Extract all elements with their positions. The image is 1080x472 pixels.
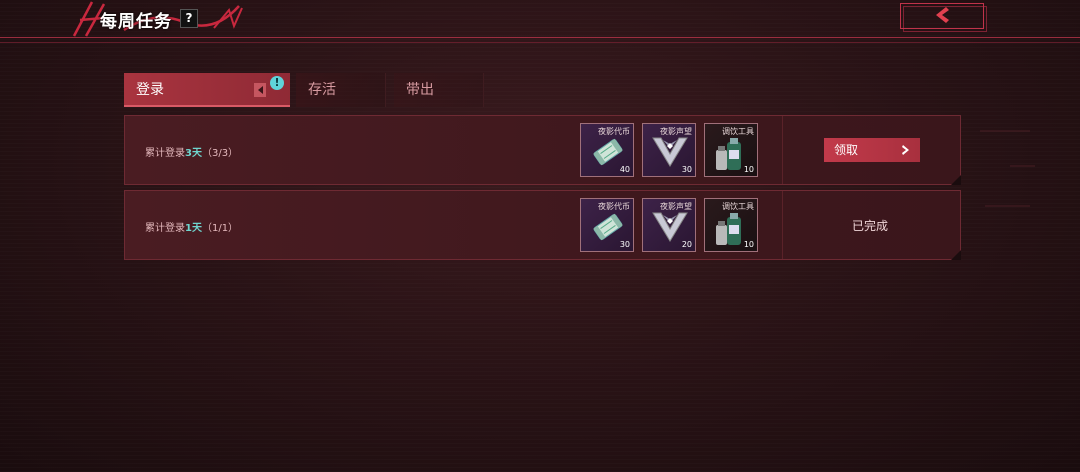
bg-decoration: [1010, 165, 1035, 167]
alert-badge: !: [270, 76, 284, 90]
page-title: 每周任务: [100, 12, 172, 32]
task-title-highlight: 1天: [185, 223, 202, 234]
task-row: 累计登录1天（1/1） 夜影代币 30 夜影声望 20 调饮工具 10 已完成: [124, 190, 961, 260]
reward-count: 10: [743, 240, 754, 249]
reward-count: 40: [619, 165, 630, 174]
claim-button-label: 领取: [834, 143, 859, 157]
drink-tool-icon: [716, 138, 741, 170]
tab-extract[interactable]: 带出: [394, 73, 484, 107]
reward-count: 20: [681, 240, 692, 249]
chevron-left-icon[interactable]: [932, 5, 952, 25]
header-divider: [0, 37, 1080, 38]
tab-arrow-icon: [258, 86, 263, 94]
reward-item[interactable]: 调饮工具 10: [704, 123, 758, 177]
task-divider: [782, 116, 783, 184]
claim-button[interactable]: 领取: [824, 138, 920, 162]
tab-label: 存活: [308, 82, 336, 98]
help-icon[interactable]: ?: [180, 9, 198, 28]
reward-item[interactable]: 夜影代币 40: [580, 123, 634, 177]
header-divider: [0, 42, 1080, 43]
tab-label: 登录: [136, 82, 164, 98]
bg-decoration: [985, 205, 1030, 207]
token-icon: [593, 213, 623, 241]
tab-survive[interactable]: 存活: [296, 73, 386, 107]
task-divider: [782, 191, 783, 259]
top-bar: 每周任务 ?: [0, 0, 1080, 44]
task-title: 累计登录1天（1/1）: [145, 219, 238, 234]
bg-decoration: [980, 130, 1030, 132]
task-progress: （1/1）: [201, 223, 239, 234]
tab-login[interactable]: 登录 !: [124, 73, 290, 107]
reward-count: 30: [681, 165, 692, 174]
reward-count: 10: [743, 165, 754, 174]
corner-notch: [951, 175, 961, 185]
task-title-prefix: 累计登录: [145, 148, 185, 159]
completed-status: 已完成: [852, 219, 889, 233]
tab-label: 带出: [406, 82, 434, 98]
reward-item[interactable]: 夜影声望 30: [642, 123, 696, 177]
corner-notch: [951, 250, 961, 260]
drink-tool-icon: [716, 213, 741, 245]
task-title: 累计登录3天（3/3）: [145, 144, 238, 159]
reward-count: 30: [619, 240, 630, 249]
reward-item[interactable]: 夜影代币 30: [580, 198, 634, 252]
task-title-prefix: 累计登录: [145, 223, 185, 234]
chevron-right-icon: [902, 145, 909, 155]
reward-item[interactable]: 调饮工具 10: [704, 198, 758, 252]
task-title-highlight: 3天: [185, 148, 202, 159]
reward-item[interactable]: 夜影声望 20: [642, 198, 696, 252]
token-icon: [593, 138, 623, 166]
task-row: 累计登录3天（3/3） 夜影代币 40 夜影声望 30 调饮工具 10 领取: [124, 115, 961, 185]
task-progress: （3/3）: [201, 148, 239, 159]
